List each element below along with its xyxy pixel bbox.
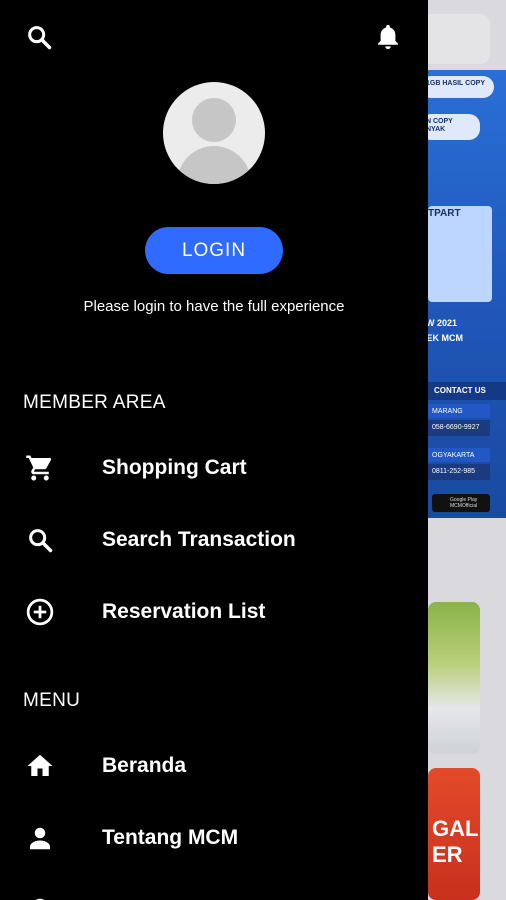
background-promo-card[interactable]: GAL ER — [428, 768, 480, 900]
background-pill: N COPY NYAK — [420, 114, 480, 140]
background-product-card — [428, 206, 492, 302]
background-product-card-2[interactable] — [428, 602, 480, 754]
location-icon — [24, 894, 56, 900]
menu-title: MENU — [23, 690, 81, 711]
login-button[interactable]: LOGIN — [145, 227, 283, 274]
avatar-body — [177, 146, 251, 184]
cart-icon — [24, 452, 56, 484]
menu-item-label: Search Transaction — [102, 528, 296, 551]
navigation-drawer: LOGIN Please login to have the full expe… — [0, 0, 428, 900]
menu-item-partial[interactable] — [0, 880, 428, 900]
google-play-badge[interactable]: Google Play MCMOfficial — [432, 494, 490, 512]
background-pill: 1GB HASIL COPY — [420, 76, 494, 98]
login-hint: Please login to have the full experience — [83, 298, 345, 315]
search-icon — [24, 524, 56, 556]
background-contact: CONTACT US — [428, 382, 506, 400]
background-card-title: TPART — [428, 208, 461, 219]
home-icon — [24, 750, 56, 782]
background-phone-label: MARANG — [428, 404, 490, 418]
menu-item-tentang-mcm[interactable]: Tentang MCM — [0, 808, 428, 868]
background-phone: 058-6690-9927 — [428, 420, 490, 436]
background-search-bar[interactable] — [420, 14, 490, 64]
avatar-head — [192, 98, 236, 142]
menu-item-label: Reservation List — [102, 600, 266, 623]
menu-item-label: Beranda — [102, 754, 187, 777]
menu-item-beranda[interactable]: Beranda — [0, 736, 428, 796]
background-phone: 0811-252-985 — [428, 464, 490, 480]
avatar[interactable] — [163, 82, 265, 184]
member-area-title: MEMBER AREA — [23, 392, 166, 413]
menu-item-search-transaction[interactable]: Search Transaction — [0, 510, 428, 570]
menu-item-reservation-list[interactable]: Reservation List — [0, 582, 428, 642]
search-icon[interactable] — [24, 22, 54, 52]
add-circle-icon — [24, 596, 56, 628]
menu-item-label: Tentang MCM — [102, 826, 239, 849]
bell-icon[interactable] — [373, 22, 403, 52]
background-phone-label: OGYAKARTA — [428, 448, 490, 462]
person-icon — [24, 822, 56, 854]
menu-item-label: Shopping Cart — [102, 456, 247, 479]
menu-item-shopping-cart[interactable]: Shopping Cart — [0, 438, 428, 498]
